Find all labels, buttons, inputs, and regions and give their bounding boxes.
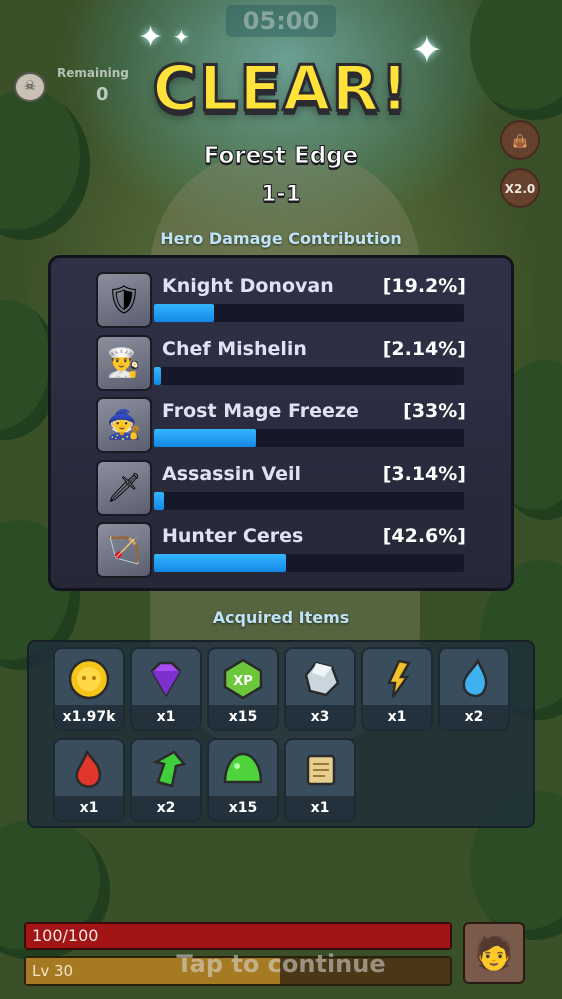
item-slot[interactable]: x1: [130, 647, 202, 731]
damage-bar: [154, 304, 464, 322]
hero-damage-percent: [2.14%]: [382, 337, 466, 360]
stage-timer: 05:00: [226, 5, 336, 37]
scroll-icon: [286, 746, 354, 794]
damage-bar: [154, 429, 464, 447]
item-slot[interactable]: x1.97k: [53, 647, 125, 731]
hero-damage-percent: [3.14%]: [382, 462, 466, 485]
hero-name: Chef Mishelin: [162, 337, 307, 360]
damage-bar-fill: [154, 304, 214, 322]
blue-crystal-icon: [440, 655, 508, 703]
damage-section-title: Hero Damage Contribution: [160, 229, 402, 248]
item-quantity: x1: [286, 796, 354, 820]
item-quantity: x1: [132, 705, 200, 729]
damage-bar-fill: [154, 491, 164, 510]
knight-portrait-icon: 🛡: [96, 272, 152, 328]
damage-bar: [154, 554, 464, 572]
item-slot[interactable]: x1: [284, 738, 356, 822]
item-quantity: x1: [363, 705, 431, 729]
chef-portrait-icon: 👨‍🍳: [96, 334, 152, 391]
item-quantity: x3: [286, 705, 354, 729]
green-slime-icon: [209, 746, 277, 794]
item-quantity: x15: [209, 705, 277, 729]
damage-bar: [154, 491, 464, 510]
damage-bar-fill: [154, 366, 161, 385]
item-slot[interactable]: x1: [53, 738, 125, 822]
item-slot[interactable]: x2: [438, 647, 510, 731]
hero-name: Frost Mage Freeze: [162, 400, 359, 422]
hero-name: Assassin Veil: [162, 462, 301, 485]
item-slot[interactable]: x2: [130, 738, 202, 822]
item-quantity: x2: [440, 705, 508, 729]
item-quantity: x1.97k: [55, 705, 123, 729]
item-quantity: x2: [132, 796, 200, 820]
hp-bar: 100/100: [24, 922, 452, 950]
hero-damage-percent: [42.6%]: [382, 525, 466, 547]
silver-ore-icon: [286, 655, 354, 703]
item-quantity: x15: [209, 796, 277, 820]
gold-coin-icon: [55, 655, 123, 703]
hero-damage-percent: [33%]: [403, 400, 466, 422]
purple-gem-icon: [132, 655, 200, 703]
hp-text: 100/100: [32, 926, 99, 945]
item-slot[interactable]: XP x15: [207, 647, 279, 731]
sparkle-icon: ✦: [173, 25, 190, 49]
hero-damage-percent: [19.2%]: [382, 275, 466, 297]
hero-name: Knight Donovan: [162, 275, 334, 297]
item-slot[interactable]: x3: [284, 647, 356, 731]
item-slot[interactable]: x15: [207, 738, 279, 822]
xp-badge-icon: XP: [209, 655, 277, 703]
hunter-portrait-icon: 🏹: [96, 522, 152, 578]
item-slot[interactable]: x1: [361, 647, 433, 731]
leader-portrait[interactable]: 🧑: [463, 922, 525, 984]
damage-bar: [154, 366, 464, 385]
stage-number: 1-1: [261, 182, 302, 208]
items-section-title: Acquired Items: [212, 608, 350, 627]
stage-name: Forest Edge: [203, 143, 359, 170]
item-quantity: x1: [55, 796, 123, 820]
hero-avatar-icon: 🧑: [474, 934, 514, 972]
red-crystal-icon: [55, 746, 123, 794]
damage-bar-fill: [154, 554, 286, 572]
damage-bar-fill: [154, 429, 256, 447]
green-arrow-shard-icon: [132, 746, 200, 794]
sparkle-icon: ✦: [138, 20, 164, 55]
mage-portrait-icon: 🧙: [96, 397, 152, 453]
svg-text:XP: XP: [233, 674, 253, 689]
assassin-portrait-icon: 🗡: [96, 459, 152, 516]
clear-title: CLEAR!: [151, 51, 410, 127]
hero-name: Hunter Ceres: [162, 525, 304, 547]
lightning-shard-icon: [363, 655, 431, 703]
